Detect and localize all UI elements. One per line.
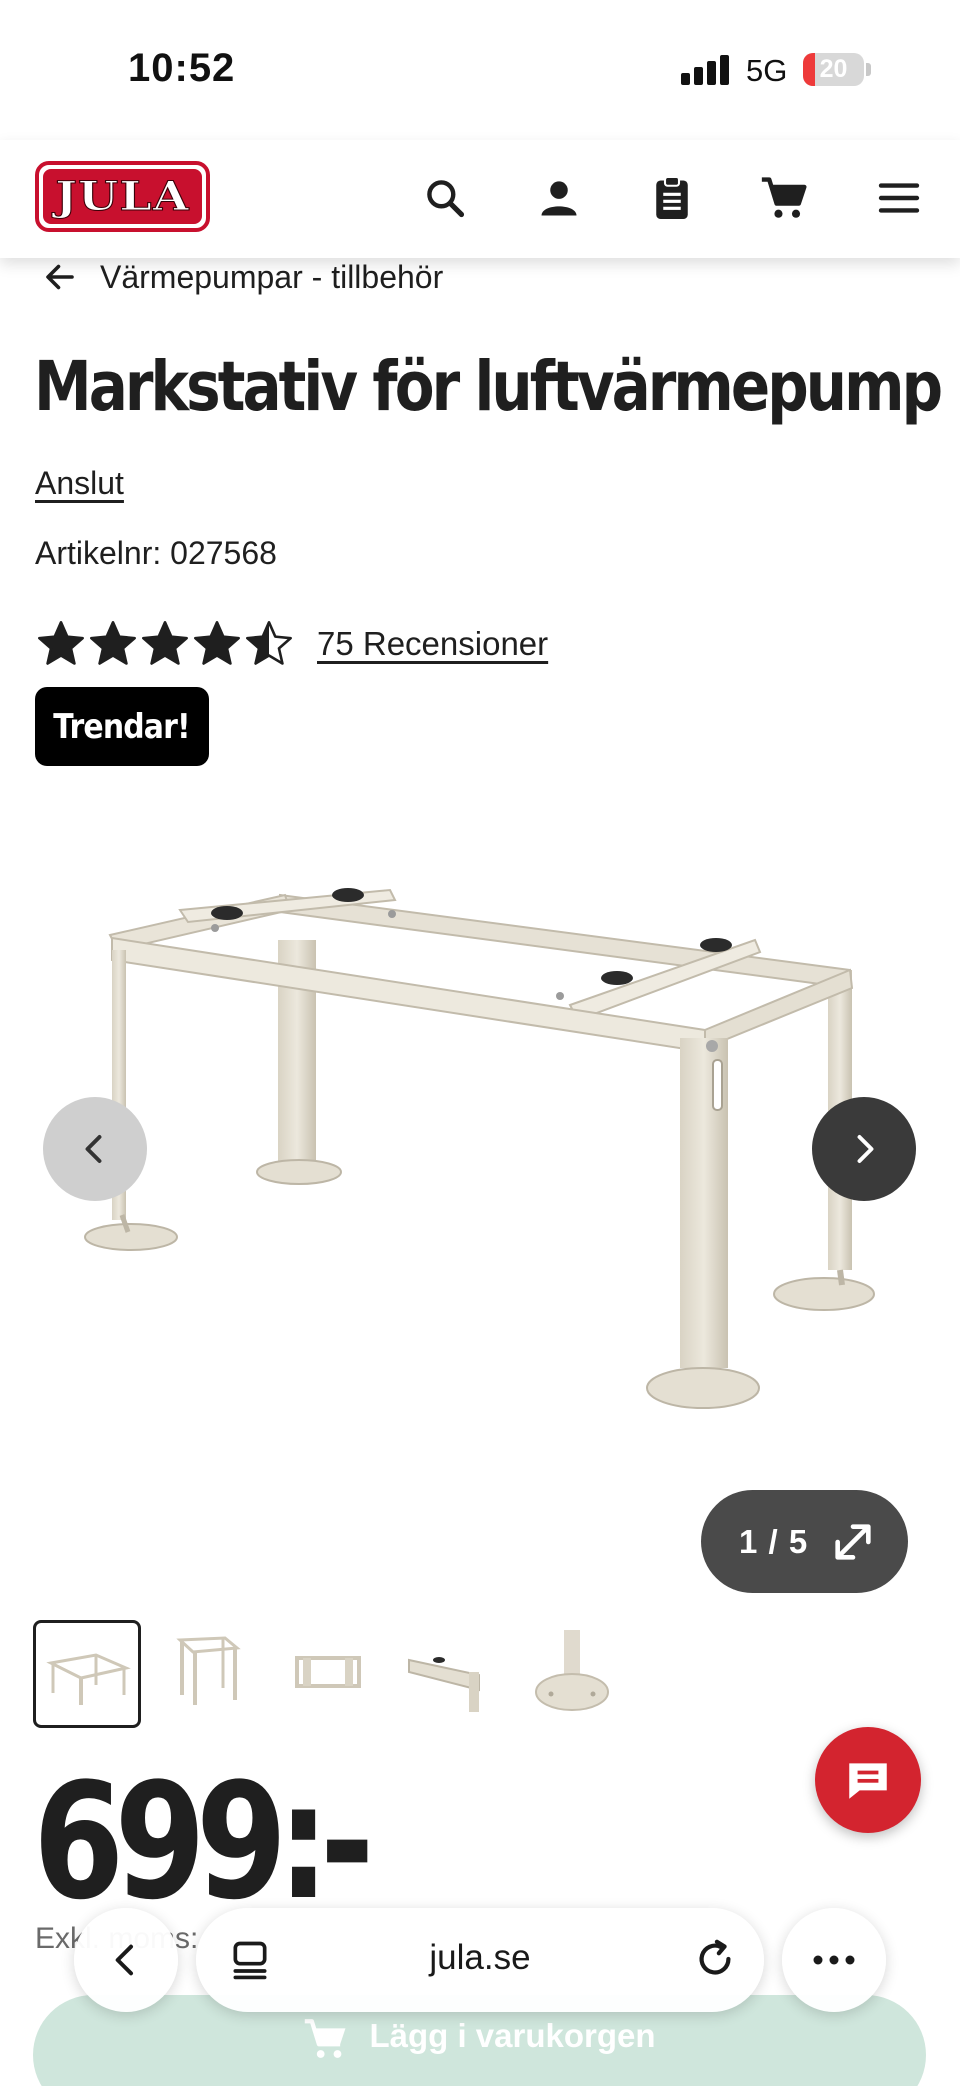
chevron-left-icon (85, 1135, 102, 1163)
browser-back-button[interactable] (74, 1908, 178, 2012)
chat-icon (849, 1763, 887, 1799)
thumbnail-2[interactable] (155, 1620, 263, 1728)
search-icon[interactable] (417, 170, 473, 226)
jula-logo[interactable]: JULA (35, 161, 210, 232)
cart-icon[interactable] (756, 170, 812, 226)
user-icon[interactable] (531, 170, 587, 226)
add-to-cart-label: Lägg i varukorgen (369, 2017, 656, 2054)
url-text: jula.se (429, 1938, 531, 1977)
product-price: 699:- (33, 1748, 374, 1935)
reload-icon[interactable] (692, 1936, 738, 1982)
breadcrumb[interactable]: Värmepumpar - tillbehör (42, 255, 443, 299)
image-counter[interactable]: 1 / 5 (701, 1490, 908, 1593)
gallery-prev-button[interactable] (43, 1097, 147, 1201)
chevron-left-icon (115, 1944, 133, 1976)
logo-inner: JULA (43, 169, 202, 224)
star-icon (246, 621, 292, 665)
network-type: 5G (746, 53, 788, 88)
battery-percent: 20 (819, 55, 848, 83)
star-icon (90, 621, 136, 665)
star-icon (38, 621, 84, 665)
article-label: Artikelnr: (35, 535, 162, 571)
article-value: 027568 (170, 535, 277, 571)
menu-icon[interactable] (871, 170, 927, 226)
signal-icon (681, 55, 731, 85)
star-rating (35, 618, 295, 670)
logo-text: JULA (55, 173, 190, 221)
image-counter-text: 1 / 5 (739, 1522, 809, 1560)
chat-button[interactable] (815, 1727, 921, 1833)
reviews-link[interactable]: 75 Recensioner (317, 625, 548, 663)
battery-icon: 20 (803, 53, 864, 86)
brand-link[interactable]: Anslut (35, 465, 124, 502)
star-icon (142, 621, 188, 665)
arrow-left-icon (46, 264, 74, 290)
article-number: Artikelnr: 027568 (35, 535, 277, 572)
chevron-right-icon (857, 1135, 874, 1163)
battery-cap (866, 63, 871, 76)
thumbnail-3[interactable] (277, 1620, 385, 1728)
thumbnail-4[interactable] (399, 1620, 507, 1728)
rating[interactable]: 75 Recensioner (35, 618, 548, 670)
cart-icon (305, 2019, 346, 2058)
badge-label: Trendar! (53, 706, 191, 747)
status-time: 10:52 (128, 46, 236, 90)
address-bar[interactable]: jula.se (196, 1908, 764, 2012)
breadcrumb-label: Värmepumpar - tillbehör (100, 258, 444, 295)
more-icon (813, 1955, 855, 1965)
trending-badge: Trendar! (35, 687, 209, 766)
thumbnail-1[interactable] (33, 1620, 141, 1728)
site-header: JULA (0, 140, 960, 258)
star-icon (194, 621, 240, 665)
stand-illustration (84, 888, 875, 1409)
expand-icon (835, 1523, 871, 1560)
browser-more-button[interactable] (782, 1908, 886, 2012)
thumbnail-5[interactable] (521, 1620, 629, 1728)
clipboard-icon[interactable] (644, 170, 700, 226)
gallery-next-button[interactable] (812, 1097, 916, 1201)
product-title: Markstativ för luftvärmepump (34, 347, 943, 427)
status-bar: 10:52 5G 20 (0, 0, 960, 140)
